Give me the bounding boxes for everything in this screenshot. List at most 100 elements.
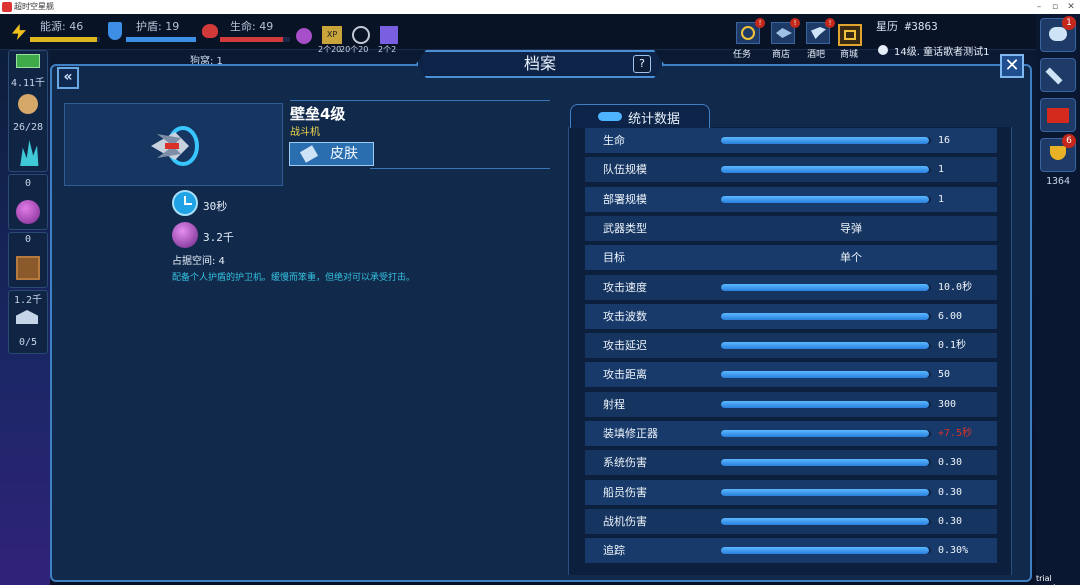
- crate-icon: [16, 256, 40, 280]
- stat-label: 攻击波数: [603, 309, 647, 323]
- chat-icon: [1049, 27, 1067, 41]
- unit-description: 配备个人护盾的护卫机。缓慢而笨重，但绝对可以承受打击。: [172, 273, 416, 283]
- stat-value: 6.00: [938, 310, 963, 322]
- unit-portrait: [64, 103, 283, 186]
- resource-cash: 4.11千: [10, 78, 46, 89]
- resource-crate: 1.2千: [13, 295, 43, 306]
- stat-bar: [721, 371, 931, 379]
- shop-alert: !: [790, 18, 800, 28]
- stat-value: 0.30: [938, 457, 963, 469]
- stat-row: 战机伤害 0.30: [585, 508, 997, 534]
- crew-icon: [18, 94, 38, 114]
- top-hud: 能源: 46 护盾: 19 生命: 49 XP 2个20 20个20 2个2 狗…: [0, 14, 1080, 67]
- stat-bar-fill: [721, 517, 929, 525]
- stat-label: 目标: [603, 251, 625, 265]
- stat-bar-fill: [721, 430, 929, 437]
- hammer-icon: [1045, 67, 1063, 85]
- help-button[interactable]: ?: [633, 55, 651, 73]
- story-icon: [878, 45, 888, 55]
- panel-title: 档案: [523, 54, 556, 73]
- stat-value: 1: [938, 193, 945, 205]
- stats-header: 统计数据: [628, 112, 681, 127]
- stat-row: 生命 16: [585, 128, 997, 153]
- stat-bar: [721, 195, 931, 203]
- stat-bar-fill: [721, 312, 929, 320]
- stat-bar-fill: [721, 459, 929, 467]
- faction-button[interactable]: [1040, 98, 1076, 132]
- stat-value: 0.1秒: [938, 340, 967, 352]
- stat-bar: [721, 137, 931, 144]
- mission-icon: [741, 26, 755, 40]
- bar-alert: !: [825, 18, 835, 28]
- right-sidebar: 1 6 1364: [1036, 14, 1080, 585]
- ship-icon: [776, 28, 792, 38]
- trophy-count: 1364: [1045, 176, 1071, 187]
- energy-label: 能源: 46: [40, 20, 84, 33]
- stat-label: 武器类型: [603, 221, 647, 235]
- map-icon: [380, 26, 398, 44]
- skin-divider: [370, 168, 550, 169]
- resource-crystal: 0: [24, 178, 32, 189]
- stat-row: 攻击距离 50: [585, 362, 997, 388]
- stat-bar-fill: [721, 166, 929, 174]
- stat-row: 队伍规模 1: [585, 157, 997, 183]
- stat-label: 攻击延迟: [603, 339, 647, 353]
- orb-icon: [296, 28, 312, 44]
- stat-bar: [721, 342, 931, 350]
- store-button[interactable]: [838, 24, 862, 46]
- stat-label: 系统伤害: [603, 456, 647, 470]
- bird-icon: [811, 27, 826, 39]
- flag-icon: [1047, 108, 1069, 123]
- window-close-button[interactable]: ✕: [1062, 0, 1080, 14]
- bar-label: 酒吧: [807, 50, 826, 60]
- trophy-badge: 6: [1062, 134, 1076, 148]
- plasma-orb-icon: [16, 200, 40, 224]
- stat-bar-fill: [721, 137, 929, 144]
- stat-label: 攻击距离: [603, 368, 647, 382]
- mission-alert: !: [755, 18, 765, 28]
- stat-label: 追踪: [603, 544, 625, 558]
- close-button[interactable]: ✕: [1000, 54, 1024, 78]
- stat-bar-fill: [721, 283, 929, 291]
- store-label: 商城: [840, 50, 859, 60]
- window-title: 超时空星舰: [14, 2, 54, 11]
- stat-label: 射程: [603, 397, 625, 411]
- unit-name: 壁垒4级: [290, 105, 346, 123]
- chat-badge: 1: [1062, 16, 1076, 30]
- window-titlebar: 超时空星舰 – ▫ ✕: [0, 0, 1080, 14]
- story-hint[interactable]: 14级. 童话歌者测试1: [894, 43, 989, 58]
- resource-plasma: 0: [24, 234, 32, 245]
- stat-label: 生命: [603, 134, 625, 147]
- stat-bar-fill: [721, 488, 929, 496]
- stat-row: 船员伤害 0.30: [585, 479, 997, 505]
- skin-label: 皮肤: [330, 146, 358, 162]
- stat-bar: [721, 547, 931, 555]
- stat-row: 装填修正器 +7.5秒: [585, 421, 997, 446]
- skin-button[interactable]: 皮肤: [289, 142, 374, 166]
- stat-bar: [721, 400, 931, 408]
- back-button[interactable]: «: [57, 67, 79, 89]
- fighter-ship-icon: [151, 126, 199, 166]
- unit-type: 战斗机: [290, 127, 320, 138]
- stat-row: 追踪 0.30%: [585, 538, 997, 564]
- stat-value: 0.30: [938, 515, 963, 527]
- stat-row: 系统伤害 0.30: [585, 450, 997, 476]
- crosshair-icon: [352, 26, 370, 44]
- plasma-cost-icon: [172, 222, 198, 248]
- battery-icon: [598, 112, 622, 121]
- stat-row: 武器类型 导弹: [585, 215, 997, 241]
- stat-label: 部署规模: [603, 192, 647, 206]
- stat-bar: [721, 312, 931, 320]
- build-button[interactable]: [1040, 58, 1076, 92]
- stat-bar-fill: [721, 400, 929, 408]
- stat-label: 队伍规模: [603, 163, 647, 177]
- stat-row: 目标 单个: [585, 245, 997, 271]
- life-label: 生命: 49: [230, 20, 274, 33]
- stat-label: 船员伤害: [603, 485, 647, 499]
- stat-value: 300: [938, 398, 957, 410]
- stat-row: 部署规模 1: [585, 186, 997, 212]
- app-icon: [2, 2, 12, 12]
- stat-bar: [721, 488, 931, 496]
- hud-token-2: 2个2: [378, 45, 397, 54]
- shield-label: 护盾: 19: [136, 20, 180, 33]
